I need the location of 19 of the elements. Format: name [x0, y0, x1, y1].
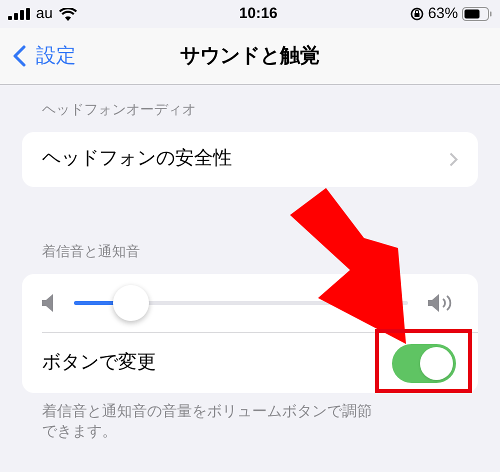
speaker-low-icon	[42, 294, 54, 312]
battery-icon	[462, 7, 492, 21]
back-button[interactable]: 設定	[12, 42, 76, 70]
wifi-icon	[58, 8, 77, 20]
back-chevron-icon	[12, 45, 26, 67]
carrier-name: au	[36, 4, 53, 24]
rotation-lock-icon	[410, 7, 424, 21]
section-footer: 着信音と通知音の音量をボリュームボタンで調節できます。	[22, 402, 380, 442]
toggle-switch[interactable]	[392, 344, 456, 382]
slider-thumb[interactable]	[112, 285, 149, 321]
nav-title: サウンドと触覚	[180, 44, 320, 69]
chevron-icon	[449, 152, 458, 167]
section-header: 着信音と通知音	[41, 242, 141, 261]
settings-row[interactable]: ヘッドフォンの安全性	[22, 132, 478, 187]
battery-percent: 63%	[428, 4, 458, 24]
section-header: ヘッドフォンオーディオ	[41, 100, 197, 119]
signal-icon	[8, 8, 30, 20]
row-label: ボタンで変更	[42, 350, 156, 375]
clock-time: 10:16	[239, 4, 278, 24]
